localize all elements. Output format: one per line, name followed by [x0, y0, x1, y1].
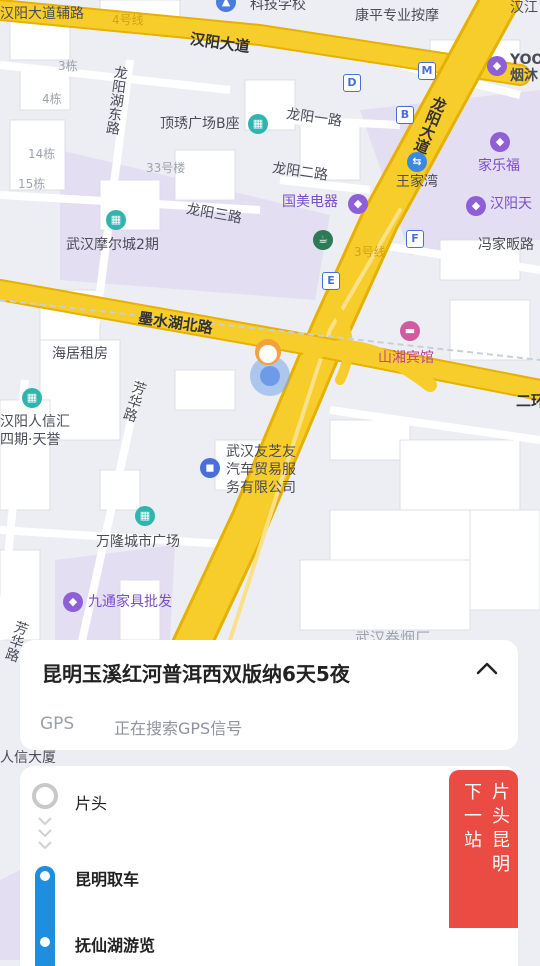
place-label: 国美电器 — [282, 194, 338, 210]
stop-item-3[interactable]: 抚仙湖游览 — [75, 932, 155, 956]
place-label: 王家湾 — [396, 174, 438, 190]
building-icon[interactable]: ▦ — [248, 114, 268, 134]
metro-exit-f-icon[interactable]: F — [406, 230, 424, 248]
place-label: YOO — [510, 52, 540, 68]
building-label: 15栋 — [18, 177, 46, 191]
place-label: 烟沐 — [510, 68, 538, 84]
place-label: 武汉友芝友 — [226, 444, 296, 460]
building-icon[interactable]: ▦ — [22, 388, 42, 408]
place-label: 四期·天誉 — [0, 432, 61, 448]
shopping-icon[interactable]: ◆ — [487, 56, 507, 76]
road-label: 二环 — [516, 392, 540, 410]
place-label: 汉阳人信汇 — [0, 414, 70, 430]
hotel-icon[interactable]: ▬ — [400, 321, 420, 341]
gps-status-card: GPS 正在搜索GPS信号 — [20, 700, 518, 750]
building-label: 14栋 — [28, 147, 56, 161]
shopping-icon[interactable]: ◆ — [63, 592, 83, 612]
metro-transfer-icon[interactable]: ⇆ — [407, 152, 427, 172]
gps-status-text: 正在搜索GPS信号 — [114, 719, 243, 738]
metro-line-label: 3号线 — [354, 245, 386, 259]
trip-title-card: 昆明玉溪红河普洱西双版纳6天5夜 — [20, 640, 518, 700]
next-stop-button[interactable]: 下一站 片头昆明 — [449, 770, 518, 928]
place-label: 海居租房 — [52, 346, 108, 362]
route-stops-panel: 片头 昆明取车 抚仙湖游览 — [20, 766, 518, 966]
next-stop-name: 片头昆明 — [489, 782, 510, 878]
place-label: 汉阳天 — [490, 196, 532, 212]
metro-exit-e-icon[interactable]: E — [322, 272, 340, 290]
car-service-icon[interactable]: ◼ — [200, 458, 220, 478]
building-icon[interactable]: ▦ — [106, 210, 126, 230]
chevron-up-icon[interactable] — [474, 656, 500, 682]
stop-item-1[interactable]: 片头 — [75, 790, 107, 814]
trip-title: 昆明玉溪红河普洱西双版纳6天5夜 — [42, 662, 350, 686]
building-label: 4栋 — [42, 92, 62, 106]
place-label: 人信大厦 — [0, 750, 56, 766]
place-label: 汽车贸易服 — [226, 462, 296, 478]
building-label: 33号楼 — [146, 161, 186, 175]
place-label: 武汉摩尔城2期 — [66, 237, 159, 253]
building-label: 3栋 — [58, 59, 78, 73]
place-label: 康平专业按摩 — [355, 8, 439, 24]
place-label: 科技学校 — [250, 0, 306, 13]
place-label: 万隆城市广场 — [96, 534, 180, 550]
route-timeline — [32, 783, 58, 966]
cafe-icon[interactable]: ☕ — [313, 230, 333, 250]
place-label: 顶琇广场B座 — [160, 116, 240, 132]
place-label: 汉江 — [510, 0, 538, 16]
metro-exit-b-icon[interactable]: B — [396, 106, 414, 124]
place-label: 家乐福 — [478, 158, 520, 174]
shopping-icon[interactable]: ◆ — [466, 196, 486, 216]
shopping-icon[interactable]: ◆ — [490, 132, 510, 152]
metro-exit-d-icon[interactable]: D — [343, 74, 361, 92]
place-label: 九通家具批发 — [88, 594, 172, 610]
shopping-icon[interactable]: ◆ — [348, 194, 368, 214]
building-icon[interactable]: ▦ — [135, 506, 155, 526]
stop-item-2[interactable]: 昆明取车 — [75, 866, 139, 890]
place-label: 冯家畈路 — [478, 237, 534, 253]
gps-label: GPS — [40, 714, 75, 734]
road-label: 汉阳大道辅路 — [0, 6, 84, 22]
place-label: 山湘宾馆 — [378, 350, 434, 366]
place-label: 务有限公司 — [226, 480, 296, 496]
metro-line-label: 4号线 — [112, 13, 144, 27]
next-stop-label: 下一站 — [461, 782, 482, 854]
metro-exit-m-icon[interactable]: M — [418, 62, 436, 80]
